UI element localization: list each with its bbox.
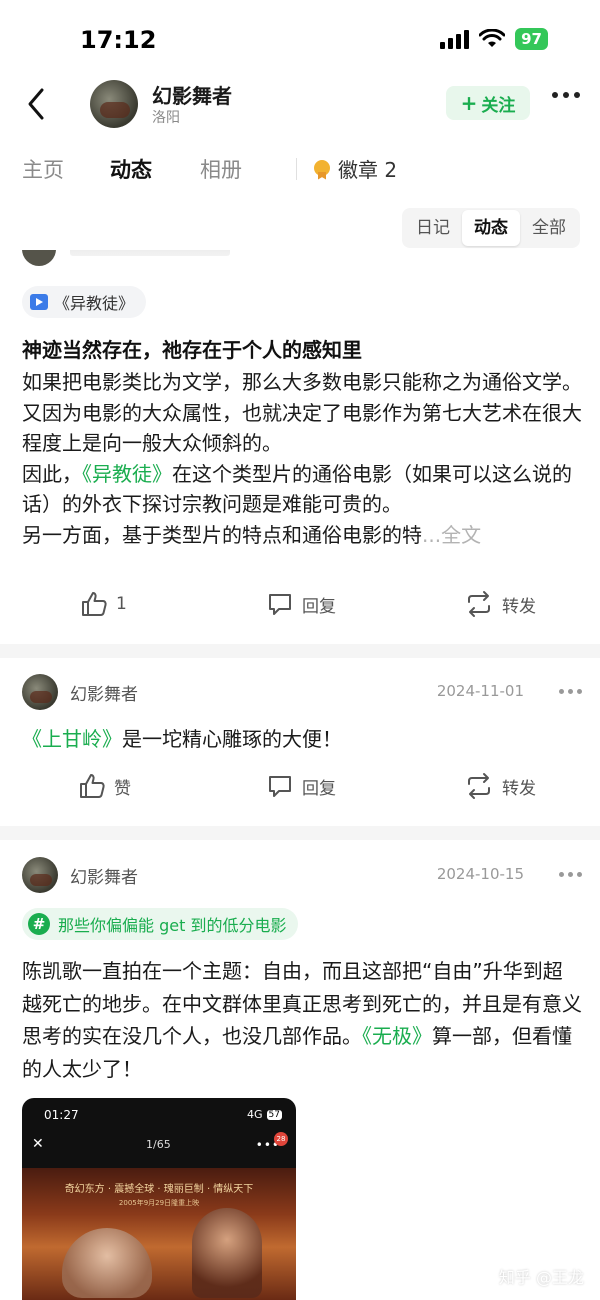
badge-label: 徽章 2	[338, 158, 398, 182]
status-bar: 17:12 97	[0, 0, 600, 80]
poster-figure	[62, 1228, 152, 1298]
wifi-icon	[479, 29, 506, 47]
repost-button[interactable]: 转发	[464, 772, 536, 800]
avatar[interactable]	[22, 857, 58, 893]
profile-tabs: 主页 动态 相册 徽章 2	[0, 148, 600, 192]
topic-chip[interactable]: # 那些你偏偏能 get 到的低分电影	[22, 908, 299, 940]
movie-link[interactable]: 《无极》	[362, 1024, 432, 1048]
image-battery: 57	[266, 1109, 282, 1120]
poster-date: 2005年9月29日隆重上映	[118, 1199, 200, 1207]
movie-icon	[30, 294, 48, 310]
like-label: 赞	[114, 778, 131, 799]
topic-label: 那些你偏偏能 get 到的低分电影	[58, 916, 287, 935]
back-arrow-icon[interactable]	[22, 86, 52, 122]
post-body[interactable]: 如果把电影类比为文学，那么大多数电影只能称之为通俗文学。又因为电影的大众属性，也…	[22, 367, 582, 551]
status-time: 17:12	[80, 26, 157, 54]
post-image[interactable]: 01:27 4G 57 ✕ 1/65 ••• 28 奇幻东方 · 震撼全球 · …	[22, 1098, 296, 1300]
like-button[interactable]: 赞	[78, 772, 131, 800]
avatar[interactable]	[22, 674, 58, 710]
tab-divider	[296, 158, 297, 180]
repost-label: 转发	[502, 778, 536, 799]
watermark: 知乎 @王龙	[498, 1268, 584, 1287]
comment-button[interactable]: 回复	[266, 772, 336, 800]
avatar	[22, 250, 56, 266]
post-more-icon[interactable]	[559, 872, 582, 877]
post-paragraph: 如果把电影类比为文学，那么大多数电影只能称之为通俗文学。又因为电影的大众属性，也…	[22, 370, 582, 456]
like-button[interactable]: 1	[80, 590, 127, 618]
image-status-icons: 4G 57	[247, 1108, 282, 1121]
movie-link[interactable]: 《异教徒》	[82, 462, 172, 486]
follow-label: 关注	[481, 95, 516, 116]
tab-album[interactable]: 相册	[200, 154, 242, 184]
scrolled-text	[70, 250, 230, 256]
repost-icon	[468, 773, 490, 799]
avatar[interactable]	[90, 80, 138, 128]
post-body[interactable]: 陈凯歌一直拍在一个主题：自由，而且这部把“自由”升华到超越死亡的地步。在中文群体…	[22, 955, 582, 1085]
repost-label: 转发	[502, 596, 536, 617]
close-icon: ✕	[32, 1136, 44, 1152]
profile-header: 幻影舞者 洛阳 + 关注	[0, 72, 600, 136]
status-icons: 97	[440, 28, 548, 50]
more-options-icon[interactable]	[552, 92, 580, 98]
signal-icon	[440, 29, 470, 49]
post-date: 2024-11-01	[436, 682, 524, 700]
comment-label: 回复	[302, 596, 336, 617]
filter-activity[interactable]: 动态	[462, 210, 520, 246]
filter-segmented-control: 日记 动态 全部	[402, 208, 580, 248]
read-more-link[interactable]: 全文	[441, 523, 481, 547]
image-network: 4G	[247, 1108, 263, 1121]
medal-icon	[312, 158, 332, 180]
post-title: 神迹当然存在，祂存在于个人的感知里	[22, 338, 362, 362]
movie-chip[interactable]: 《异教徒》	[22, 286, 147, 318]
hashtag-icon: #	[28, 913, 50, 935]
post-header: 幻影舞者 2024-11-01	[22, 674, 582, 714]
like-count: 1	[116, 594, 127, 614]
thumbs-up-icon	[82, 592, 107, 616]
notification-badge: 28	[274, 1132, 288, 1146]
battery-indicator: 97	[515, 28, 548, 50]
filter-diary[interactable]: 日记	[404, 210, 462, 246]
follow-button[interactable]: + 关注	[446, 86, 530, 120]
user-location: 洛阳	[152, 110, 180, 126]
comment-label: 回复	[302, 778, 336, 799]
feed-separator	[0, 826, 600, 840]
post-text: 是一坨精心雕琢的大便！	[122, 727, 342, 751]
movie-poster: 奇幻东方 · 震撼全球 · 瑰丽巨制 · 情纵天下 2005年9月29日隆重上映	[22, 1168, 296, 1300]
comment-icon	[269, 776, 291, 797]
feed-separator	[0, 644, 600, 658]
plus-icon: +	[460, 91, 478, 115]
image-status-time: 01:27	[44, 1108, 79, 1122]
poster-figure	[192, 1208, 262, 1298]
comment-button[interactable]: 回复	[266, 590, 336, 618]
post-action-bar: 赞 回复 转发	[0, 772, 600, 812]
movie-link[interactable]: 《上甘岭》	[22, 727, 122, 751]
post-paragraph: 因此，《异教徒》在这个类型片的通俗电影（如果可以这么说的话）的外衣下探讨宗教问题…	[22, 461, 572, 517]
filter-all[interactable]: 全部	[520, 210, 578, 246]
thumbs-up-icon	[80, 774, 105, 798]
scrolled-post-header	[22, 250, 582, 274]
post-date: 2024-10-15	[436, 865, 524, 883]
tab-badges[interactable]: 徽章 2	[312, 154, 397, 183]
post-paragraph: 另一方面，基于类型片的特点和通俗电影的特...全文	[22, 522, 482, 547]
post-header: 幻影舞者 2024-10-15	[22, 857, 582, 897]
author-name[interactable]: 幻影舞者	[70, 680, 138, 705]
post-action-bar: 1 回复 转发	[0, 590, 600, 630]
image-counter: 1/65	[146, 1138, 171, 1151]
tab-home[interactable]: 主页	[22, 154, 64, 184]
movie-chip-label: 《异教徒》	[54, 294, 135, 313]
post-more-icon[interactable]	[559, 689, 582, 694]
author-name[interactable]: 幻影舞者	[70, 863, 138, 888]
post-body[interactable]: 《上甘岭》是一坨精心雕琢的大便！	[22, 724, 582, 755]
tab-activity[interactable]: 动态	[110, 154, 152, 184]
comment-icon	[269, 594, 291, 615]
repost-button[interactable]: 转发	[464, 590, 536, 618]
user-name: 幻影舞者	[152, 84, 232, 108]
poster-tagline: 奇幻东方 · 震撼全球 · 瑰丽巨制 · 情纵天下	[64, 1184, 254, 1195]
repost-icon	[468, 591, 490, 617]
